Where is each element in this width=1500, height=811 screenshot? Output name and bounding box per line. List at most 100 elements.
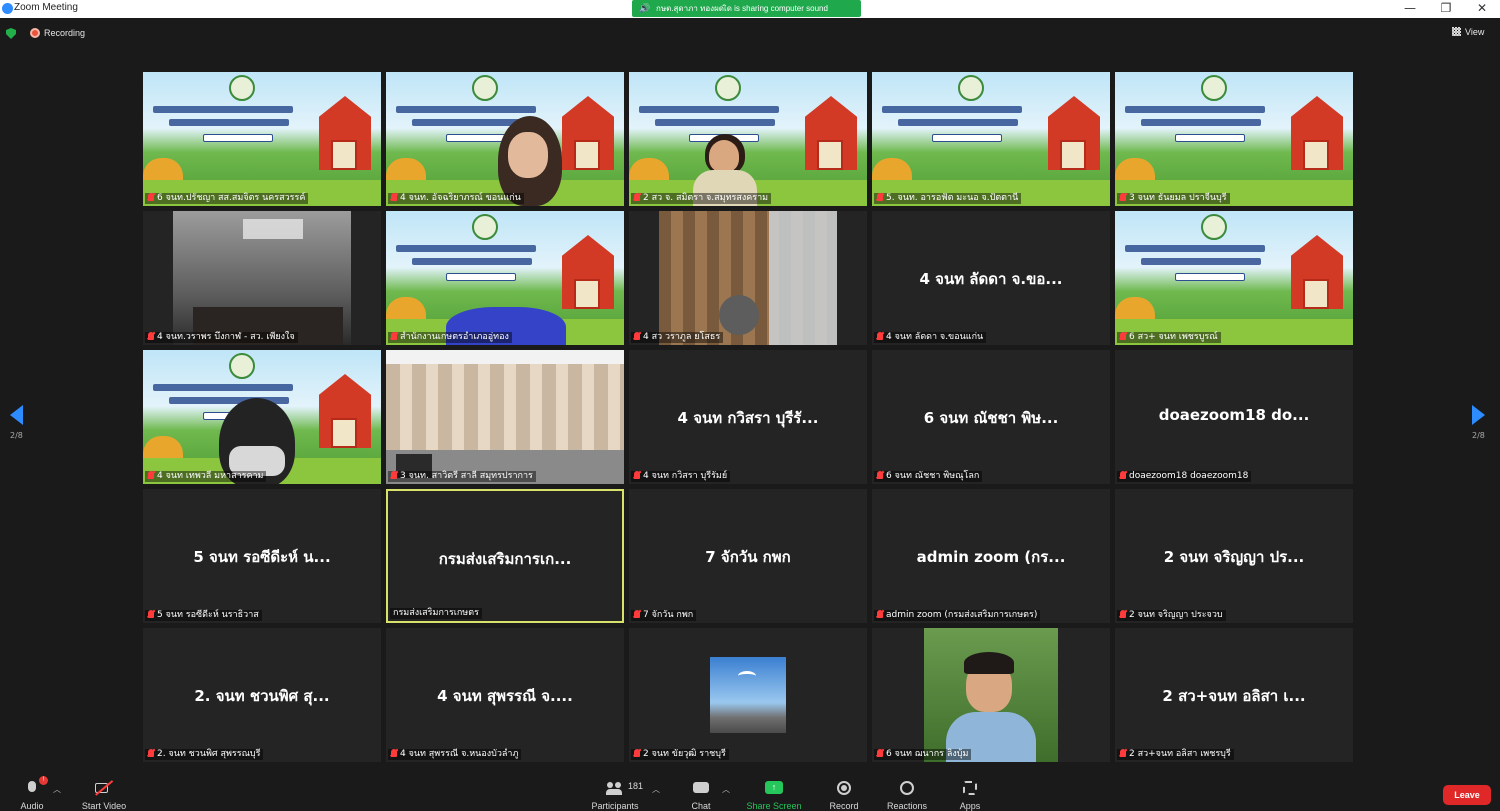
participant-name-label: 2 สว+จนท อลิสา เพชรบุรี (1117, 749, 1234, 760)
participant-name-label: 6 จนท.ปรัชญา สส.สมจิตร นครสวรรค์ (145, 193, 309, 204)
participant-name-label: 6 สว+ จนท เพชรบูรณ์ (1117, 332, 1221, 343)
participant-display-name: admin zoom (กร... (916, 548, 1066, 566)
participant-name: doaezoom18 doaezoom18 (1129, 471, 1249, 481)
muted-mic-icon (1120, 332, 1126, 340)
participant-tile[interactable]: 6 จนท ณัชชา พิษ... 6 จนท ณัชชา พิษณุโลก (872, 350, 1110, 484)
participant-tile[interactable]: 4 จนท ลัดดา จ.ขอ... 4 จนท ลัดดา จ.ขอนแก่น (872, 211, 1110, 345)
participant-tile[interactable]: กรมส่งเสริมการเก... กรมส่งเสริมการเกษตร (386, 489, 624, 623)
recording-indicator[interactable]: Recording (30, 28, 85, 38)
participant-tile[interactable]: admin zoom (กร... admin zoom (กรมส่งเสริม… (872, 489, 1110, 623)
start-video-label: Start Video (81, 801, 127, 811)
security-shield-icon[interactable] (6, 28, 16, 39)
share-screen-label: Share Screen (746, 801, 802, 811)
participant-name: 6 จนท ฌนากร ลิงบุ้ม (886, 749, 969, 759)
participant-name: 2 สว+จนท อลิสา เพชรบุรี (1129, 749, 1231, 759)
leave-button[interactable]: Leave (1443, 785, 1491, 805)
record-label: Record (829, 801, 859, 811)
participant-tile[interactable]: 3 จนท. สาวิตรี สาลี สมุทรปราการ (386, 350, 624, 484)
view-label: View (1465, 27, 1485, 37)
participant-name: 6 จนท ณัชชา พิษณุโลก (886, 471, 980, 481)
participant-tile[interactable]: 6 จนท.ปรัชญา สส.สมจิตร นครสวรรค์ (143, 72, 381, 206)
participant-tile[interactable]: 4 สว วราภูล ยโสธร (629, 211, 867, 345)
restore-button[interactable]: ❐ (1428, 0, 1464, 18)
start-video-button[interactable]: Start Video (76, 780, 132, 811)
reactions-label: Reactions (886, 801, 928, 811)
participant-tile[interactable]: doaezoom18 do... doaezoom18 doaezoom18 (1115, 350, 1353, 484)
participant-tile[interactable]: 2. จนท ชวนพิศ สุ... 2. จนท ชวนพิศ สุพรรณบ… (143, 628, 381, 762)
poster-background (143, 72, 381, 206)
sharing-sound-banner[interactable]: 🔊 กษต.สุดาภา ทองผดเิด is sharing compute… (632, 0, 861, 17)
participant-tile[interactable]: 4 จนท กวิสรา บุรีรั... 4 จนท กวิสรา บุรีร… (629, 350, 867, 484)
muted-mic-icon (1120, 193, 1126, 201)
participant-tile[interactable]: 4 จนท สุพรรณี จ.... 4 จนท สุพรรณี จ.หนองบ… (386, 628, 624, 762)
participant-tile[interactable]: 2 จนท ขัยวุฒิ ราชบุรี (629, 628, 867, 762)
next-page-button[interactable]: 2/8 (1472, 405, 1488, 440)
participant-name: 3 จนท ธันยมล ปราจีนบุรี (1129, 193, 1227, 203)
participant-name: 4 จนท.วราพร บึงกาฬ - สว. เพียงใจ (157, 332, 295, 342)
audio-options-chevron-icon[interactable]: ︿ (53, 784, 61, 795)
muted-mic-icon (148, 193, 154, 201)
record-button[interactable]: Record (826, 781, 862, 811)
participant-name: 5. จนท. อารอฟัต มะนอ จ.ปัตตานี (886, 193, 1019, 203)
participant-name-label: 4 จนท สุพรรณี จ.หนองบัวลำภู (388, 749, 522, 760)
participant-tile[interactable]: สำนักงานเกษตรอำเภออู่ทอง (386, 211, 624, 345)
participant-display-name: 5 จนท รอซีดีะห์ น... (193, 548, 331, 566)
microphone-icon: ! (27, 776, 48, 796)
camera-feed (173, 211, 351, 345)
poster-background (1115, 211, 1353, 345)
participant-name-label: 4 สว วราภูล ยโสธร (631, 332, 724, 343)
participant-name: 2 สว จ. สมิตรา จ.สมุทรสงคราม (643, 193, 769, 203)
participant-tile[interactable]: 7 จักวัน กพก 7 จักวัน กพก (629, 489, 867, 623)
share-screen-button[interactable]: ↑ Share Screen (744, 781, 804, 811)
participants-button[interactable]: 181 Participants (588, 781, 643, 811)
minimize-button[interactable]: — (1392, 0, 1428, 18)
participant-tile[interactable]: 4 จนท. อัจฉริยาภรณ์ ขอนแก่น (386, 72, 624, 206)
recording-label: Recording (44, 28, 86, 38)
participant-tile[interactable]: 4 จนท เทพวลี มหาสารคาม (143, 350, 381, 484)
participant-name-label: 7 จักวัน กพก (631, 610, 697, 621)
participant-tile[interactable]: 6 สว+ จนท เพชรบูรณ์ (1115, 211, 1353, 345)
participant-tile[interactable]: 2 จนท จริญญา ปร... 2 จนท จริญญา ประจวบ (1115, 489, 1353, 623)
chat-options-chevron-icon[interactable]: ︿ (722, 784, 730, 795)
participant-name: 3 จนท. สาวิตรี สาลี สมุทรปราการ (400, 471, 533, 481)
audio-button[interactable]: ! Audio (16, 776, 48, 811)
participant-display-name: กรมส่งเสริมการเก... (438, 550, 572, 568)
participant-tile[interactable]: 2 สว จ. สมิตรา จ.สมุทรสงคราม (629, 72, 867, 206)
participant-name: 2. จนท ชวนพิศ สุพรรณบุรี (157, 749, 261, 759)
participant-name-label: 4 จนท ลัดดา จ.ขอนแก่น (874, 332, 987, 343)
participant-name-label: 5 จนท รอซีดีะห์ นราธิวาส (145, 610, 262, 621)
poster-background (872, 72, 1110, 206)
participant-tile[interactable]: 5 จนท รอซีดีะห์ น... 5 จนท รอซีดีะห์ นราธ… (143, 489, 381, 623)
camera-feed (386, 350, 624, 484)
previous-page-button[interactable]: 2/8 (10, 405, 26, 440)
participant-display-name: 4 จนท ลัดดา จ.ขอ... (919, 270, 1063, 288)
participants-icon: 181 (606, 781, 643, 796)
participant-tile[interactable]: 5. จนท. อารอฟัต มะนอ จ.ปัตตานี (872, 72, 1110, 206)
muted-mic-icon (1120, 471, 1126, 479)
muted-mic-icon (877, 610, 883, 618)
chat-button[interactable]: Chat (688, 781, 714, 811)
reactions-button[interactable]: Reactions (884, 781, 930, 811)
participant-name-label: 4 จนท เทพวลี มหาสารคาม (145, 471, 267, 482)
muted-mic-icon (634, 610, 640, 618)
left-arrow-icon (10, 405, 23, 425)
participants-options-chevron-icon[interactable]: ︿ (652, 784, 660, 795)
participant-tile[interactable]: 3 จนท ธันยมล ปราจีนบุรี (1115, 72, 1353, 206)
view-button[interactable]: View (1452, 27, 1484, 37)
participant-name-label: admin zoom (กรมส่งเสริมการเกษตร) (874, 610, 1041, 621)
participant-name: admin zoom (กรมส่งเสริมการเกษตร) (886, 610, 1038, 620)
chat-label: Chat (691, 801, 711, 811)
muted-mic-icon (391, 749, 397, 757)
participant-tile[interactable]: 4 จนท.วราพร บึงกาฬ - สว. เพียงใจ (143, 211, 381, 345)
participant-tile[interactable]: 6 จนท ฌนากร ลิงบุ้ม (872, 628, 1110, 762)
close-button[interactable]: ✕ (1464, 0, 1500, 18)
participant-name: 4 จนท กวิสรา บุรีรัมย์ (643, 471, 728, 481)
apps-icon (962, 781, 978, 796)
apps-button[interactable]: Apps (956, 781, 984, 811)
participant-tile[interactable]: 2 สว+จนท อลิสา เ... 2 สว+จนท อลิสา เพชรบุ… (1115, 628, 1353, 762)
participant-display-name: 4 จนท กวิสรา บุรีรั... (677, 409, 819, 427)
audio-label: Audio (20, 801, 44, 811)
participant-name-label: 2 จนท จริญญา ประจวบ (1117, 610, 1226, 621)
page-indicator-right: 2/8 (1472, 431, 1485, 440)
participant-display-name: 2. จนท ชวนพิศ สุ... (194, 687, 330, 705)
